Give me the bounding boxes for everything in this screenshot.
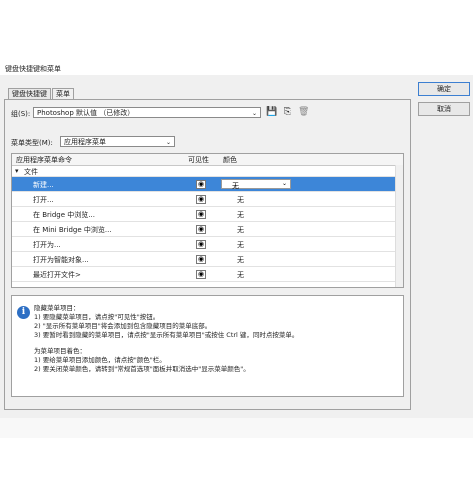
color-value[interactable]: 无 (237, 255, 244, 265)
command-name: 在 Mini Bridge 中浏览... (33, 226, 112, 234)
section-row-file[interactable]: ▾ 文件 (12, 166, 395, 177)
color-select[interactable]: 无 ⌄ (221, 179, 291, 190)
eye-icon[interactable]: ◉ (196, 240, 206, 249)
eye-icon[interactable]: ◉ (196, 210, 206, 219)
table-row[interactable]: 在 Bridge 中浏览... ◉ 无 (12, 207, 395, 222)
menu-type-label: 菜单类型(M): (11, 139, 53, 147)
eye-icon[interactable]: ◉ (196, 225, 206, 234)
table-row[interactable]: 打开为智能对象... ◉ 无 (12, 252, 395, 267)
command-name: 最近打开文件> (33, 271, 81, 279)
section-label: 文件 (24, 168, 38, 176)
color-value[interactable]: 无 (237, 195, 244, 205)
keyboard-shortcuts-dialog: 键盘快捷键和菜单 确定 取消 键盘快捷键 菜单 组(S): Photoshop … (0, 62, 473, 418)
info-text: 2) 要关闭菜单颜色，请转到"常规首选项"面板并取消选中"显示菜单颜色"。 (34, 365, 250, 373)
color-value: 无 (232, 182, 239, 190)
table-scrollbar[interactable] (395, 165, 403, 287)
eye-icon[interactable]: ◉ (196, 195, 206, 204)
title-bar: 键盘快捷键和菜单 (0, 62, 473, 75)
eye-icon[interactable]: ◉ (196, 255, 206, 264)
table-header: 应用程序菜单命令 可见性 颜色 (12, 154, 403, 166)
color-value[interactable]: 无 (237, 270, 244, 280)
column-header-command: 应用程序菜单命令 (16, 156, 72, 164)
group-label: 组(S): (11, 110, 31, 118)
delete-icon[interactable]: 🗑 (298, 107, 309, 118)
tab-menus[interactable]: 菜单 (52, 88, 74, 99)
save-icon[interactable]: 💾 (266, 107, 277, 118)
group-select[interactable]: Photoshop 默认值 （已修改） ⌄ (33, 107, 261, 118)
tab-keyboard-shortcuts[interactable]: 键盘快捷键 (8, 88, 51, 99)
info-icon: i (17, 306, 30, 319)
expand-triangle-icon[interactable]: ▾ (15, 167, 19, 175)
command-name: 打开为... (33, 241, 61, 249)
save-as-icon[interactable]: ⎘ (282, 107, 293, 118)
color-value[interactable]: 无 (237, 210, 244, 220)
ok-button[interactable]: 确定 (418, 82, 470, 96)
chevron-down-icon: ⌄ (251, 110, 257, 117)
command-name: 在 Bridge 中浏览... (33, 211, 95, 219)
column-header-visibility: 可见性 (188, 156, 209, 164)
menu-type-select[interactable]: 应用程序菜单 ⌄ (60, 136, 175, 147)
background-strip (0, 418, 473, 438)
color-value[interactable]: 无 (237, 225, 244, 235)
menu-commands-table: 应用程序菜单命令 可见性 颜色 ▾ 文件 新建... ◉ 无 ⌄ 打开... ◉… (11, 153, 404, 288)
cancel-button[interactable]: 取消 (418, 102, 470, 116)
table-row[interactable]: 打开为... ◉ 无 (12, 237, 395, 252)
command-name: 新建... (33, 181, 54, 189)
table-row[interactable]: 最近打开文件> ◉ 无 (12, 267, 395, 282)
chevron-down-icon: ⌄ (281, 180, 287, 187)
eye-icon[interactable]: ◉ (196, 270, 206, 279)
info-box: i 隐藏菜单项目： 1) 要隐藏菜单项目，请点按"可见性"按钮。 2) "显示所… (11, 295, 404, 397)
table-row[interactable]: 在 Mini Bridge 中浏览... ◉ 无 (12, 222, 395, 237)
info-text: 3) 要暂时看到隐藏的菜单项目，请点按"显示所有菜单项目"或按住 Ctrl 键，… (34, 331, 299, 339)
column-header-color: 颜色 (223, 156, 237, 164)
color-value[interactable]: 无 (237, 240, 244, 250)
eye-icon[interactable]: ◉ (196, 180, 206, 189)
chevron-down-icon: ⌄ (165, 139, 171, 146)
window-title: 键盘快捷键和菜单 (5, 65, 61, 73)
group-select-value: Photoshop 默认值 （已修改） (37, 109, 135, 117)
menu-type-value: 应用程序菜单 (64, 138, 106, 146)
table-row[interactable]: 打开... ◉ 无 (12, 192, 395, 207)
table-row[interactable]: 新建... ◉ 无 ⌄ (12, 177, 395, 192)
command-name: 打开为智能对象... (33, 256, 89, 264)
command-name: 打开... (33, 196, 54, 204)
